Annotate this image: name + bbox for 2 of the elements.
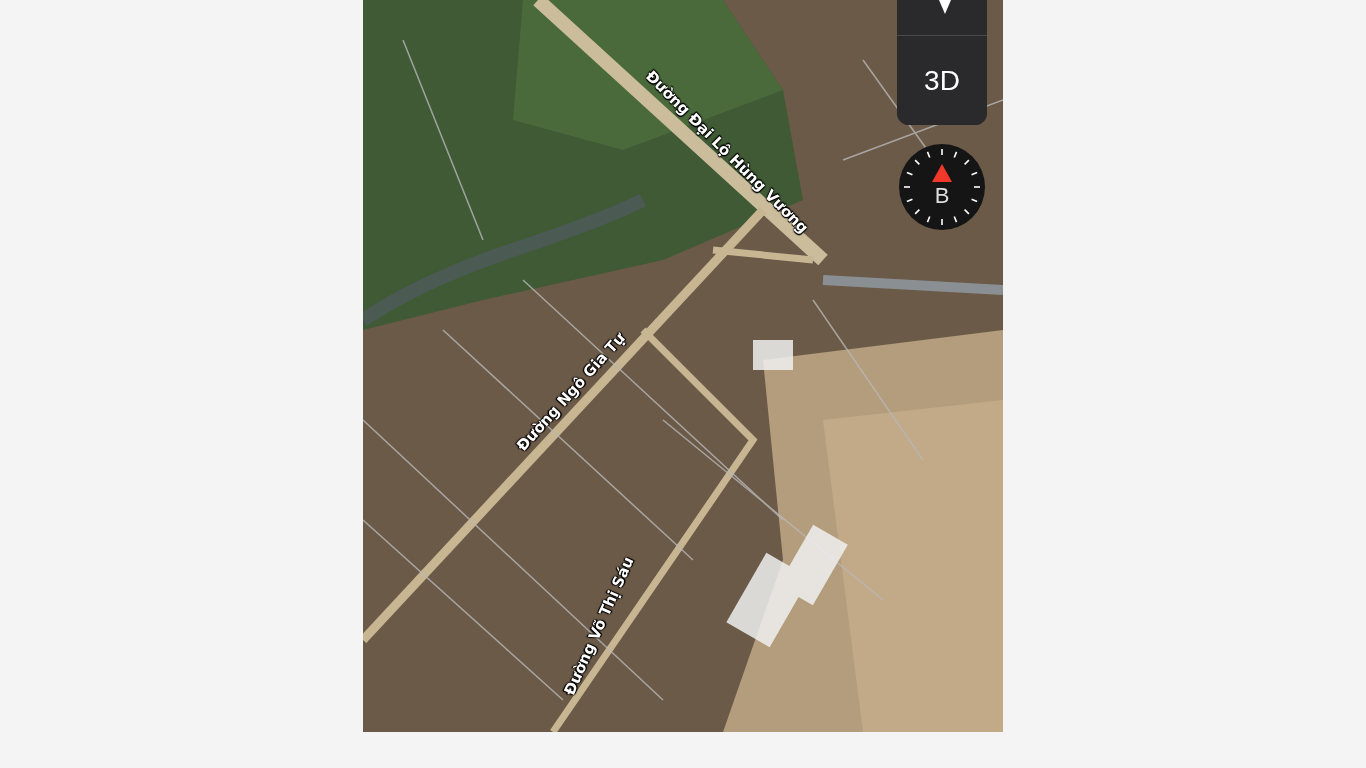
- compass-letter: B: [933, 184, 951, 208]
- north-arrow-icon: [932, 164, 952, 182]
